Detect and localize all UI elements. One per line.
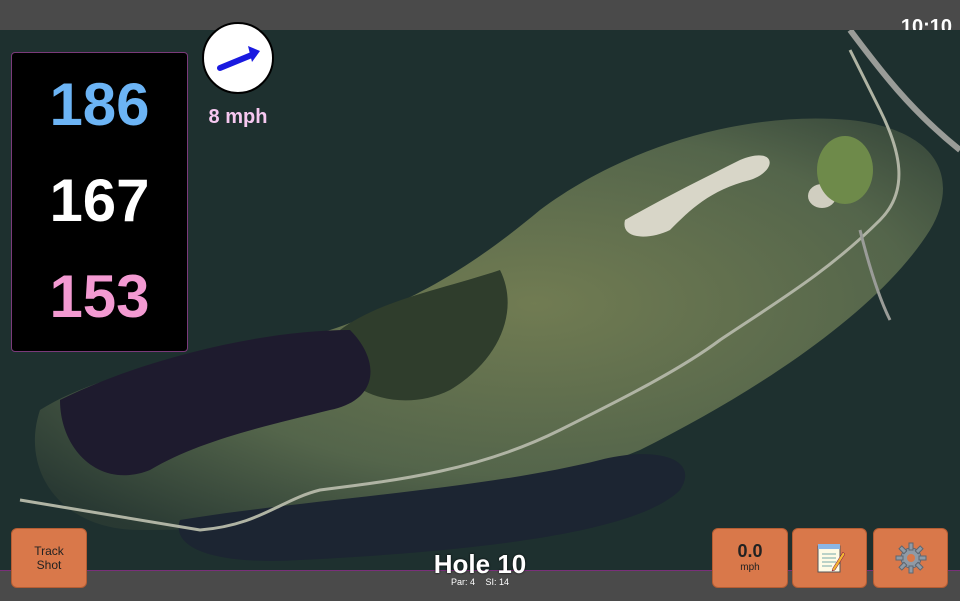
notepad-icon xyxy=(817,544,845,573)
speed-value: 0.0 xyxy=(737,541,763,561)
track-shot-label-line2: Shot xyxy=(36,558,62,572)
settings-button[interactable] xyxy=(873,528,948,588)
gear-icon xyxy=(895,542,926,574)
speed-unit: mph xyxy=(740,562,760,573)
track-shot-button[interactable]: Track Shot xyxy=(11,528,87,588)
hole-stroke-index: SI: 14 xyxy=(485,577,510,587)
speed-button[interactable]: 0.0 mph xyxy=(712,528,788,588)
center-distance: 167 xyxy=(49,167,150,234)
wind-speed: 8 mph xyxy=(208,106,268,128)
arrow-icon xyxy=(217,46,260,71)
distance-panel: 186 167 153 xyxy=(11,52,188,352)
wind-indicator xyxy=(202,22,274,94)
front-distance: 153 xyxy=(49,263,150,330)
hole-info: Par: 4 SI: 14 xyxy=(380,577,580,588)
hole-title: Hole 10 xyxy=(433,549,527,579)
hole-par: Par: 4 xyxy=(450,577,475,587)
track-shot-label-line1: Track xyxy=(34,544,64,558)
notes-button[interactable] xyxy=(792,528,867,588)
course-map[interactable]: 186 167 153 xyxy=(0,30,960,570)
back-distance: 186 xyxy=(49,71,150,138)
status-bar: 10:10 xyxy=(0,0,960,38)
